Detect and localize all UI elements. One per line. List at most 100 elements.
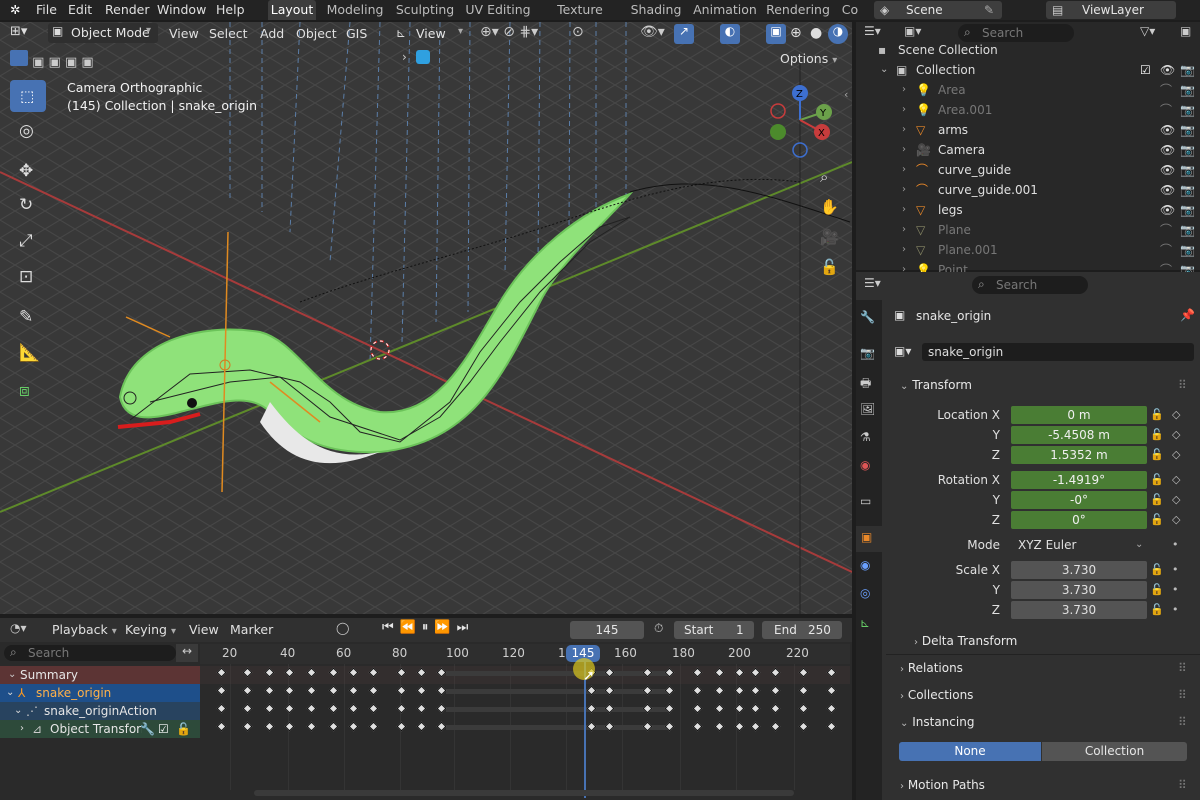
lock-icon[interactable]: 🔓 <box>1150 428 1164 441</box>
menu-gis[interactable]: GIS <box>346 24 367 44</box>
swap-icon[interactable]: ↔ <box>176 644 198 662</box>
solid-shading-icon[interactable]: ● <box>810 25 830 43</box>
channel-action[interactable]: ⌄ ⋰ snake_originAction <box>0 702 200 720</box>
menu-playback[interactable]: Playback ▾ <box>52 620 117 640</box>
outliner-item[interactable]: › ⌒ curve_guide 👁 📷 <box>856 160 1200 180</box>
overlay-toggle-icon[interactable]: ◐ <box>720 24 740 44</box>
world-tab-icon[interactable]: ◉ <box>860 458 870 472</box>
view-layer-tab-icon[interactable]: 🖼 <box>860 402 875 416</box>
keyframe-icon[interactable]: ◇ <box>1172 428 1186 441</box>
keyframe-icon[interactable]: ◇ <box>1172 448 1186 461</box>
location-y-field[interactable]: -5.4508 m <box>1011 426 1147 444</box>
eye-icon[interactable]: ⌒ <box>1160 80 1172 100</box>
navigation-gizmo[interactable]: Z Y X <box>760 80 840 160</box>
rotation-z-field[interactable]: 0° <box>1011 511 1147 529</box>
tab-animation[interactable]: Animation <box>692 0 758 20</box>
wrench-icon[interactable]: 🔧 <box>140 720 155 738</box>
menu-view[interactable]: View <box>169 24 199 44</box>
outliner-item[interactable]: › 💡 Area ⌒ 📷 <box>856 80 1200 100</box>
stopwatch-icon[interactable]: ⏱ <box>654 621 663 636</box>
lock-icon[interactable]: 🔓 <box>1150 563 1164 576</box>
chevron-right-icon[interactable]: › <box>402 50 414 64</box>
menu-window[interactable]: Window <box>157 0 206 20</box>
instancing-none-button[interactable]: None <box>899 742 1041 761</box>
delta-transform-section[interactable]: › Delta Transform <box>914 634 1017 648</box>
scene-selector[interactable]: ◈ Scene ✎ <box>874 1 1002 19</box>
camera-icon[interactable]: 📷 <box>1180 140 1195 160</box>
menu-object[interactable]: Object <box>296 24 337 44</box>
scene-tab-icon[interactable]: ⚗ <box>860 430 871 444</box>
outliner-item[interactable]: › ▽ legs 👁 📷 <box>856 200 1200 220</box>
physics-tab-icon[interactable]: ◎ <box>860 586 870 600</box>
rotate-tool[interactable]: ↻ <box>10 190 46 222</box>
eye-icon[interactable]: ⌒ <box>1160 100 1172 120</box>
collection-tab-icon[interactable]: ▭ <box>860 494 871 508</box>
channel-snake-origin[interactable]: ⌄ ⅄ snake_origin <box>0 684 200 702</box>
properties-search[interactable]: ⌕ Search <box>972 276 1088 294</box>
menu-edit[interactable]: Edit <box>68 0 92 20</box>
select-box-tool[interactable]: ⬚ <box>10 80 46 112</box>
camera-icon[interactable]: 📷 <box>1180 180 1195 200</box>
chevron-right-icon[interactable]: › <box>902 220 906 240</box>
location-x-field[interactable]: 0 m <box>1011 406 1147 424</box>
menu-render[interactable]: Render <box>105 0 150 20</box>
outliner-item[interactable]: › 💡 Area.001 ⌒ 📷 <box>856 100 1200 120</box>
auto-keying-icon[interactable]: ◯ <box>336 621 349 635</box>
lock-icon[interactable]: 🔓 <box>176 720 191 738</box>
chevron-right-icon[interactable]: › <box>902 160 906 180</box>
camera-icon[interactable]: 📷 <box>1180 120 1195 140</box>
camera-view-icon[interactable]: 🎥 <box>820 228 839 246</box>
channel-summary[interactable]: ⌄ Summary <box>0 666 200 684</box>
camera-icon[interactable]: 📷 <box>1180 100 1195 120</box>
tab-rendering[interactable]: Rendering <box>766 0 830 20</box>
eye-icon[interactable]: 👁 <box>1160 160 1175 180</box>
rotation-y-field[interactable]: -0° <box>1011 491 1147 509</box>
tab-modeling[interactable]: Modeling <box>324 0 386 20</box>
outliner-item[interactable]: › ⌒ curve_guide.001 👁 📷 <box>856 180 1200 200</box>
checkbox-icon[interactable]: ☑ <box>158 720 169 738</box>
pivot-snap-icons[interactable]: ⊕▾ ⊘ ⋕▾ <box>480 24 560 44</box>
material-shading-icon[interactable]: ◑ <box>828 24 848 44</box>
chevron-right-icon[interactable]: › <box>902 80 906 100</box>
zoom-icon[interactable]: ⌕ <box>820 168 828 186</box>
add-cube-tool[interactable]: ⧈ <box>10 376 46 408</box>
menu-timeline-view[interactable]: View <box>189 620 219 640</box>
decorator-dot-icon[interactable]: • <box>1172 538 1186 551</box>
start-frame-field[interactable]: Start 1 <box>674 621 754 639</box>
chevron-right-icon[interactable]: › <box>902 140 906 160</box>
measure-tool[interactable]: 📐 <box>10 338 46 370</box>
pan-hand-icon[interactable]: ✋ <box>820 198 839 216</box>
tab-shading[interactable]: Shading <box>628 0 684 20</box>
drag-handle-icon[interactable]: ⠿ <box>1178 715 1187 729</box>
output-tab-icon[interactable]: 🖶 <box>860 374 871 395</box>
tab-sculpting[interactable]: Sculpting <box>394 0 456 20</box>
transform-tool[interactable]: ⊡ <box>10 262 46 294</box>
current-frame-field[interactable]: 145 <box>570 621 644 639</box>
properties-editor-icon[interactable]: ☰▾ <box>864 276 881 290</box>
location-z-field[interactable]: 1.5352 m <box>1011 446 1147 464</box>
end-frame-field[interactable]: End 250 <box>762 621 842 639</box>
filter-icon[interactable]: ▽▾ <box>1140 24 1155 38</box>
render-tab-icon[interactable]: 📷 <box>860 346 875 360</box>
mode-dropdown[interactable]: ▣ Object Mode ▾ <box>48 23 158 43</box>
horizontal-scrollbar[interactable] <box>254 790 794 796</box>
outliner-item[interactable]: › ▽ arms 👁 📷 <box>856 120 1200 140</box>
wireframe-shading-icon[interactable]: ⊕ <box>790 25 810 43</box>
pin-icon[interactable]: ✎ <box>984 1 994 19</box>
rotation-mode-dropdown[interactable]: XYZ Euler ⌄ <box>1011 536 1147 554</box>
chevron-right-icon[interactable]: › <box>902 200 906 220</box>
proportional-edit-icon[interactable]: ⊙ <box>572 24 592 44</box>
chevron-right-icon[interactable]: › <box>902 240 906 260</box>
playback-controls[interactable]: ⏮⏪⏸⏩⏭ <box>382 620 474 635</box>
eye-icon[interactable]: 👁 <box>1160 120 1175 140</box>
tool-tab-icon[interactable]: 🔧 <box>860 310 875 324</box>
chevron-right-icon[interactable]: › <box>902 120 906 140</box>
camera-icon[interactable]: 📷 <box>1180 200 1195 220</box>
instancing-collection-button[interactable]: Collection <box>1042 742 1187 761</box>
lock-icon[interactable]: 🔓 <box>1150 493 1164 506</box>
outliner-scene-collection[interactable]: ▪ Scene Collection <box>856 40 1200 60</box>
chevron-right-icon[interactable]: › <box>902 180 906 200</box>
keyframe-icon[interactable]: ◇ <box>1172 473 1186 486</box>
camera-icon[interactable]: 📷 <box>1180 240 1195 260</box>
menu-file[interactable]: File <box>36 0 57 20</box>
